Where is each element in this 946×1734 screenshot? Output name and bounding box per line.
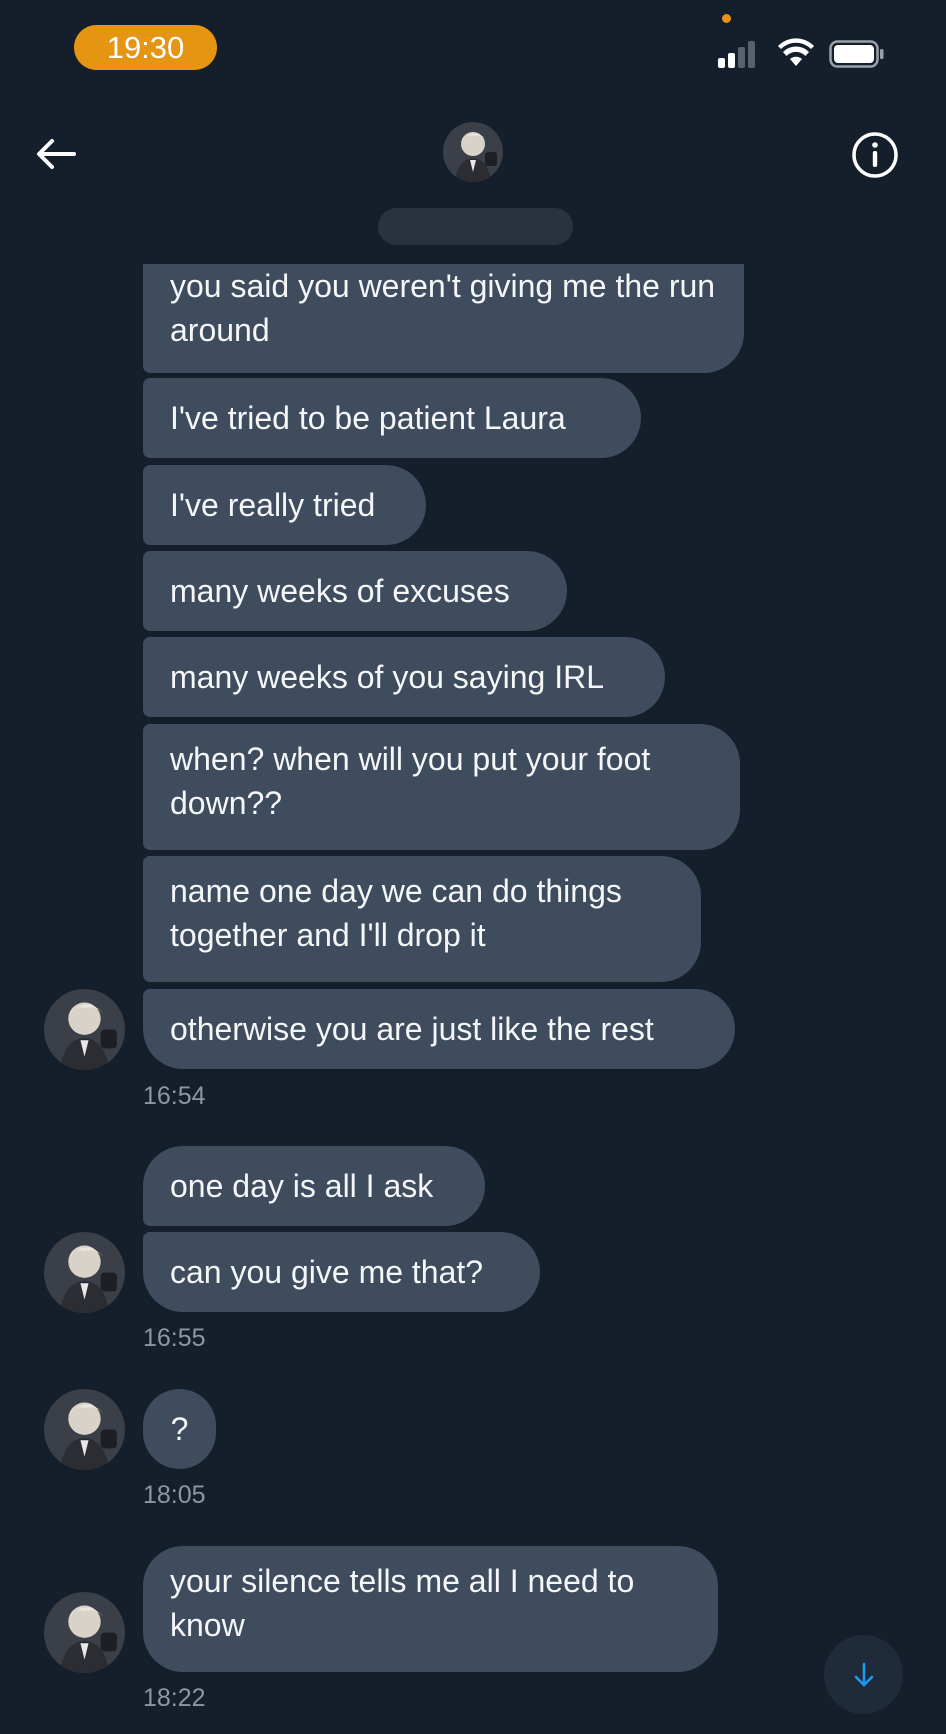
message-bubble[interactable]: ? [143, 1389, 216, 1469]
message-bubble[interactable]: you said you weren't giving me the run a… [143, 264, 744, 373]
message-bubble[interactable]: otherwise you are just like the rest [143, 989, 735, 1069]
message-timestamp: 18:05 [143, 1481, 206, 1509]
message-list: you said you weren't giving me the run a… [0, 0, 946, 1734]
message-text: ? [170, 1411, 189, 1447]
message-timestamp: 16:55 [143, 1324, 206, 1352]
message-timestamp: 16:54 [143, 1082, 206, 1110]
message-text: many weeks of excuses [170, 573, 510, 609]
message-text: can you give me that? [170, 1254, 484, 1290]
message-bubble[interactable]: many weeks of excuses [143, 551, 567, 631]
sender-avatar[interactable] [44, 1592, 125, 1673]
message-text: you said you weren't giving me the run a… [170, 268, 716, 348]
arrow-down-icon [854, 1662, 873, 1686]
sender-avatar[interactable] [44, 1389, 125, 1470]
message-text: one day is all I ask [170, 1168, 434, 1204]
message-bubble[interactable]: many weeks of you saying IRL [143, 637, 665, 717]
message-text: name one day we can do things together a… [170, 873, 622, 953]
sender-avatar[interactable] [44, 989, 125, 1070]
message-text: when? when will you put your foot down?? [170, 741, 651, 821]
message-bubble[interactable]: one day is all I ask [143, 1146, 485, 1226]
message-bubble[interactable]: when? when will you put your foot down?? [143, 724, 740, 850]
message-text: many weeks of you saying IRL [170, 659, 604, 695]
message-bubble[interactable]: name one day we can do things together a… [143, 856, 701, 982]
message-text: I've tried to be patient Laura [170, 400, 566, 436]
sender-avatar[interactable] [44, 1232, 125, 1313]
message-bubble[interactable]: can you give me that? [143, 1232, 540, 1312]
message-bubble[interactable]: I've really tried [143, 465, 426, 545]
scroll-to-bottom-button[interactable] [824, 1635, 903, 1714]
message-text: your silence tells me all I need to know [170, 1563, 635, 1643]
message-text: otherwise you are just like the rest [170, 1011, 654, 1047]
message-bubble[interactable]: I've tried to be patient Laura [143, 378, 641, 458]
message-text: I've really tried [170, 487, 376, 523]
message-timestamp: 18:22 [143, 1684, 206, 1712]
message-bubble[interactable]: your silence tells me all I need to know [143, 1546, 718, 1672]
